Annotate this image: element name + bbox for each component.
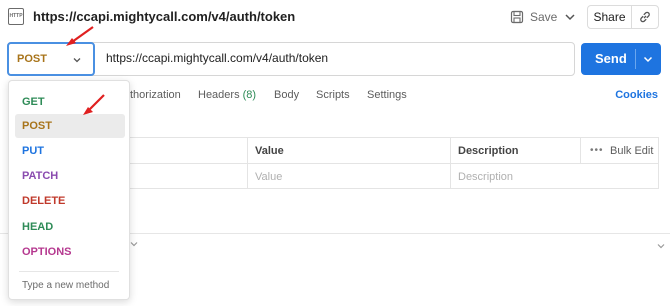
url-input[interactable]: https://ccapi.mightycall.com/v4/auth/tok… <box>106 51 328 65</box>
method-option-head[interactable]: HEAD <box>15 215 125 239</box>
tab-scripts[interactable]: Scripts <box>316 89 350 101</box>
column-divider <box>450 138 451 189</box>
more-options-icon[interactable]: ••• <box>590 145 604 156</box>
copy-link-button[interactable] <box>631 5 659 29</box>
method-option-label: HEAD <box>22 221 54 233</box>
tab-headers-count: (8) <box>242 89 257 101</box>
method-option-delete[interactable]: DELETE <box>15 189 125 213</box>
send-label: Send <box>595 51 627 66</box>
send-options-chevron-icon[interactable] <box>641 52 655 66</box>
column-header-value: Value <box>255 145 284 157</box>
link-icon <box>640 11 650 23</box>
save-options-chevron-icon[interactable] <box>562 8 578 26</box>
description-input[interactable]: Description <box>458 171 513 183</box>
save-icon <box>510 10 524 24</box>
tab-headers[interactable]: Headers (8) <box>198 89 256 101</box>
chevron-down-icon[interactable] <box>655 240 667 252</box>
method-option-label: POST <box>22 120 52 132</box>
method-option-label: DELETE <box>22 195 66 207</box>
save-button[interactable]: Save <box>510 6 557 28</box>
annotation-arrow-icon <box>83 94 105 115</box>
top-bar: HTTP https://ccapi.mightycall.com/v4/aut… <box>0 0 670 34</box>
tab-settings[interactable]: Settings <box>367 89 407 101</box>
new-method-input[interactable]: Type a new method <box>22 280 109 291</box>
chevron-down-icon <box>73 58 81 63</box>
column-divider <box>247 138 248 189</box>
method-option-post[interactable]: POST <box>15 114 125 138</box>
cookies-link[interactable]: Cookies <box>615 89 658 101</box>
method-option-label: GET <box>22 96 45 108</box>
method-option-label: PATCH <box>22 170 59 182</box>
column-header-description: Description <box>458 145 519 157</box>
params-table: Value Description ••• Bulk Edit Value De… <box>130 137 659 189</box>
send-divider <box>635 49 636 69</box>
method-option-label: PUT <box>22 145 44 157</box>
tab-headers-label: Headers <box>198 89 240 101</box>
method-option-patch[interactable]: PATCH <box>15 164 125 188</box>
method-option-label: OPTIONS <box>22 246 72 258</box>
save-label: Save <box>530 10 558 24</box>
method-dropdown-menu: GET POST PUT PATCH DELETE HEAD OPTIONS T… <box>8 80 130 300</box>
dropdown-divider <box>19 271 119 272</box>
method-value: POST <box>17 53 47 65</box>
tab-authorization[interactable]: thorization <box>130 89 181 101</box>
method-option-get[interactable]: GET <box>15 90 125 114</box>
share-button[interactable]: Share <box>587 5 632 29</box>
http-request-icon: HTTP <box>8 8 24 25</box>
annotation-arrow-icon <box>66 26 94 46</box>
send-button[interactable]: Send <box>581 43 661 75</box>
column-divider <box>580 138 581 164</box>
method-option-put[interactable]: PUT <box>15 139 125 163</box>
request-title: https://ccapi.mightycall.com/v4/auth/tok… <box>33 9 296 24</box>
method-option-options[interactable]: OPTIONS <box>15 240 125 264</box>
value-input[interactable]: Value <box>255 171 282 183</box>
bulk-edit-button[interactable]: Bulk Edit <box>610 145 653 157</box>
tab-body[interactable]: Body <box>274 89 299 101</box>
